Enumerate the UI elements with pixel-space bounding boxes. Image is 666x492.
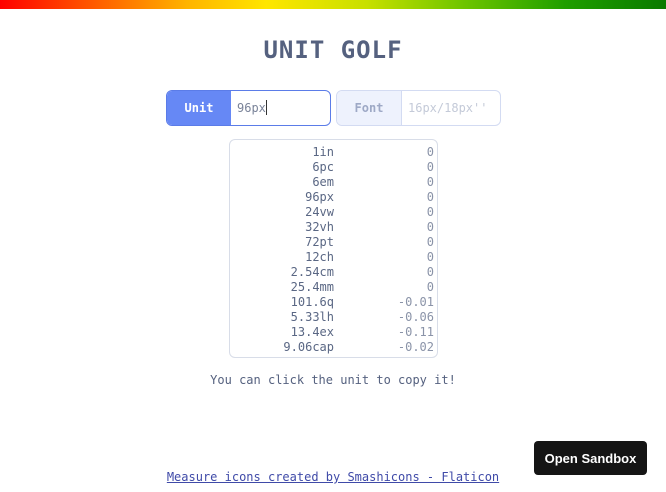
unit-field: Unit — [166, 90, 331, 126]
result-diff: -0.01 — [397, 295, 434, 309]
result-unit[interactable]: 6em — [230, 175, 334, 190]
result-diff: 0 — [426, 205, 434, 219]
result-row[interactable]: 2.54cm 0 — [230, 265, 437, 280]
result-unit[interactable]: 101.6q — [230, 295, 334, 310]
result-row[interactable]: 72pt 0 — [230, 235, 437, 250]
result-diff: 0 — [426, 235, 434, 249]
result-row[interactable]: 13.4ex -0.11 — [230, 325, 437, 340]
open-sandbox-button[interactable]: Open Sandbox — [534, 441, 647, 475]
result-unit[interactable]: 24vw — [230, 205, 334, 220]
result-row[interactable]: 32vh 0 — [230, 220, 437, 235]
result-diff: 0 — [426, 265, 434, 279]
result-unit[interactable]: 72pt — [230, 235, 334, 250]
rainbow-top-bar — [0, 0, 666, 9]
result-unit[interactable]: 13.4ex — [230, 325, 334, 340]
result-diff: 0 — [426, 145, 434, 159]
unit-input[interactable] — [231, 91, 330, 125]
result-diff: 0 — [426, 250, 434, 264]
result-row[interactable]: 96px 0 — [230, 190, 437, 205]
result-row[interactable]: 25.4mm 0 — [230, 280, 437, 295]
font-field-label: Font — [337, 91, 402, 125]
result-diff: 0 — [426, 175, 434, 189]
result-row[interactable]: 6pc 0 — [230, 160, 437, 175]
page-title: UNIT GOLF — [263, 36, 403, 64]
result-unit[interactable]: 96px — [230, 190, 334, 205]
result-row[interactable]: 12ch 0 — [230, 250, 437, 265]
results-list: 1in 0 6pc 0 6em 0 96px 0 24vw 0 32vh 0 72pt 0 12ch 0 2.5… — [229, 139, 438, 358]
result-row[interactable]: 101.6q -0.01 — [230, 295, 437, 310]
result-unit[interactable]: 2.54cm — [230, 265, 334, 280]
result-diff: -0.02 — [397, 340, 434, 354]
text-caret — [266, 100, 267, 115]
result-row[interactable]: 9.06cap -0.02 — [230, 340, 437, 355]
result-unit[interactable]: 32vh — [230, 220, 334, 235]
result-diff: -0.06 — [397, 310, 434, 324]
unit-field-label: Unit — [167, 91, 231, 125]
result-diff: 0 — [426, 280, 434, 294]
result-unit[interactable]: 5.33lh — [230, 310, 334, 325]
result-diff: -0.11 — [397, 325, 434, 339]
font-input[interactable] — [402, 91, 500, 125]
font-field: Font — [336, 90, 501, 126]
result-unit[interactable]: 25.4mm — [230, 280, 334, 295]
result-unit[interactable]: 1in — [230, 145, 334, 160]
result-row[interactable]: 24vw 0 — [230, 205, 437, 220]
result-row[interactable]: 5.33lh -0.06 — [230, 310, 437, 325]
result-row[interactable]: 6em 0 — [230, 175, 437, 190]
result-diff: 0 — [426, 160, 434, 174]
result-row[interactable]: 1in 0 — [230, 145, 437, 160]
copy-hint: You can click the unit to copy it! — [210, 373, 456, 387]
result-diff: 0 — [426, 190, 434, 204]
result-diff: 0 — [426, 220, 434, 234]
result-unit[interactable]: 6pc — [230, 160, 334, 175]
result-unit[interactable]: 12ch — [230, 250, 334, 265]
result-unit[interactable]: 9.06cap — [230, 340, 334, 355]
